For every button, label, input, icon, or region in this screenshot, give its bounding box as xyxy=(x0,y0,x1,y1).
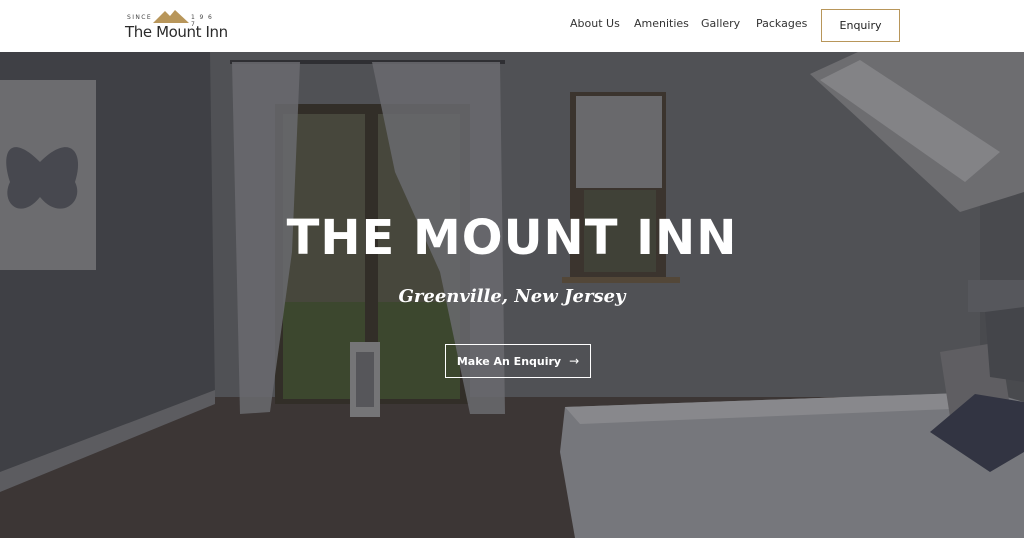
hero-section: THE MOUNT INN Greenville, New Jersey Mak… xyxy=(0,52,1024,538)
hero-title: THE MOUNT INN xyxy=(286,210,738,266)
nav-about-us[interactable]: About Us xyxy=(570,17,620,30)
make-enquiry-label: Make An Enquiry xyxy=(456,354,562,368)
enquiry-button[interactable]: Enquiry xyxy=(821,9,900,42)
site-header: SINCE 1 9 6 7 The Mount Inn About Us Ame… xyxy=(0,0,1024,52)
nav-packages[interactable]: Packages xyxy=(756,17,807,30)
nav-amenities[interactable]: Amenities xyxy=(634,17,689,30)
logo-name: The Mount Inn xyxy=(125,23,228,41)
mountain-icon xyxy=(153,10,189,23)
logo-since: SINCE xyxy=(127,14,153,21)
logo[interactable]: SINCE 1 9 6 7 The Mount Inn xyxy=(125,8,228,44)
nav-gallery[interactable]: Gallery xyxy=(701,17,740,30)
arrow-right-icon: → xyxy=(569,354,580,368)
make-enquiry-button[interactable]: Make An Enquiry → xyxy=(445,344,591,378)
hero-subtitle: Greenville, New Jersey xyxy=(398,286,626,307)
